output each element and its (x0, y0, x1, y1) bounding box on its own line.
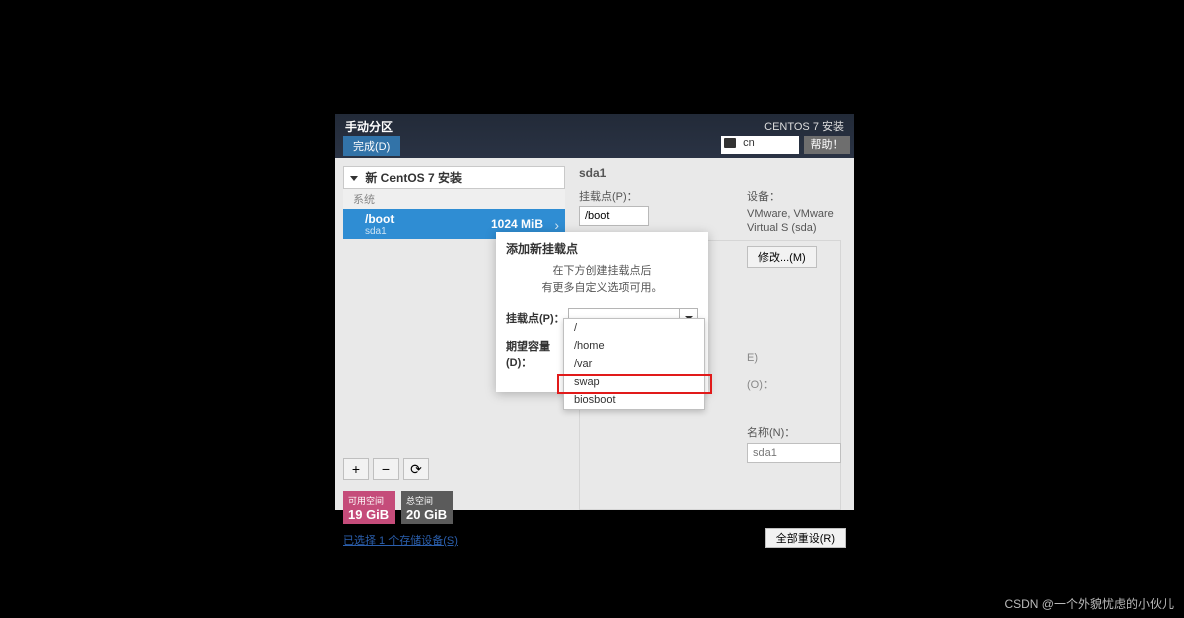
dd-home[interactable]: /home (564, 337, 704, 355)
mount-size: 1024 MiB (491, 217, 543, 231)
titlebar: 手动分区 完成(D) CENTOS 7 安装 cn 帮助！ (335, 114, 854, 158)
space-summary: 可用空间 19 GiB 总空间 20 GiB (343, 491, 453, 524)
encrypt-hint: E) (747, 352, 758, 364)
partition-toolbar: + − ⟳ (343, 458, 429, 480)
dd-swap[interactable]: swap (564, 373, 704, 391)
total-value: 20 GiB (406, 507, 448, 522)
lang-text: cn (743, 137, 755, 149)
partition-title: sda1 (579, 166, 841, 180)
watermark: CSDN @一个外貌忧虑的小伙儿 (1004, 595, 1174, 612)
dialog-title: 添加新挂载点 (496, 232, 708, 261)
dialog-description: 在下方创建挂载点后 有更多自定义选项可用。 (496, 261, 708, 306)
install-group[interactable]: 新 CentOS 7 安装 (343, 166, 565, 189)
free-value: 19 GiB (348, 507, 390, 522)
name-input[interactable] (747, 443, 841, 463)
add-button[interactable]: + (343, 458, 369, 480)
device-label: 设备： (747, 188, 842, 204)
device-column: 设备： VMware, VMware Virtual S (sda) 修改...… (747, 188, 842, 268)
partition-list: 新 CentOS 7 安装 系统 /boot sda1 1024 MiB › (343, 166, 565, 239)
keyboard-icon (724, 138, 736, 148)
total-space-box: 总空间 20 GiB (401, 491, 453, 524)
free-space-box: 可用空间 19 GiB (343, 491, 395, 524)
volgroup-hint: (O)： (747, 376, 774, 392)
keyboard-layout[interactable]: cn (721, 136, 799, 154)
name-label: 名称(N)： (747, 424, 842, 440)
chevron-right-icon: › (554, 217, 559, 233)
dd-var[interactable]: /var (564, 355, 704, 373)
reload-button[interactable]: ⟳ (403, 458, 429, 480)
device-name: VMware, VMware Virtual S (sda) (747, 207, 842, 236)
mount-label: 挂载点(P)： (506, 310, 568, 326)
capacity-label: 期望容量(D)： (506, 338, 568, 370)
modify-button[interactable]: 修改...(M) (747, 246, 817, 268)
mount-input[interactable] (579, 206, 649, 226)
remove-button[interactable]: − (373, 458, 399, 480)
product-label: CENTOS 7 安装 (764, 118, 844, 134)
storage-devices-link[interactable]: 已选择 1 个存储设备(S) (343, 532, 458, 548)
subgroup-system: 系统 (343, 189, 565, 209)
help-button[interactable]: 帮助！ (804, 136, 850, 154)
mount-dropdown: / /home /var swap biosboot (563, 318, 705, 410)
reset-all-button[interactable]: 全部重设(R) (765, 528, 846, 548)
name-column: 名称(N)： (747, 424, 842, 463)
free-label: 可用空间 (348, 496, 384, 506)
caret-down-icon (350, 176, 358, 181)
done-button[interactable]: 完成(D) (343, 136, 400, 156)
dd-biosboot[interactable]: biosboot (564, 391, 704, 409)
dd-root[interactable]: / (564, 319, 704, 337)
group-title: 新 CentOS 7 安装 (365, 171, 462, 185)
total-label: 总空间 (406, 496, 433, 506)
page-title: 手动分区 (345, 118, 393, 135)
